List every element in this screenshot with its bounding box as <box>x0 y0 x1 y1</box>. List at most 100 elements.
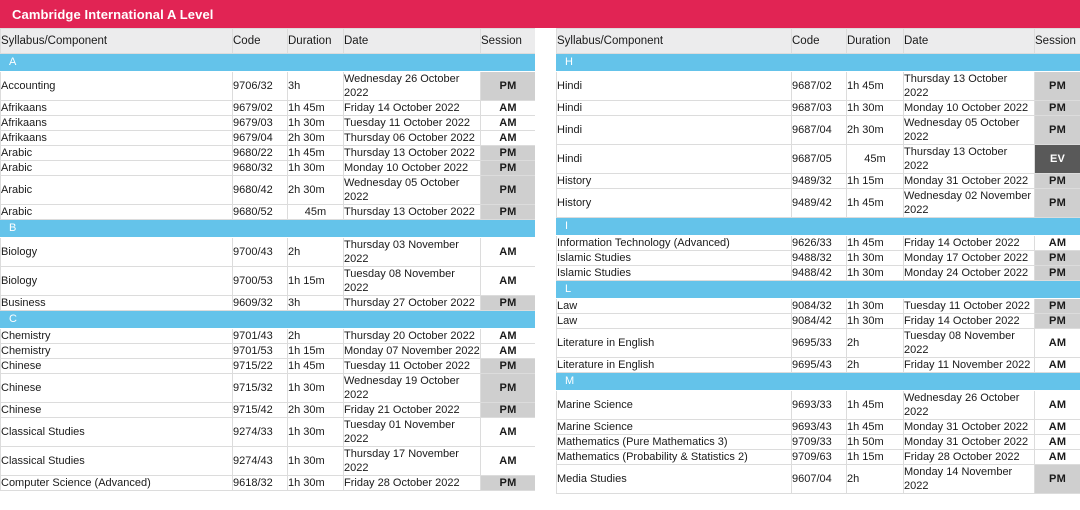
cell-session: EV <box>1034 144 1080 174</box>
cell-code: 9607/04 <box>791 464 847 494</box>
cell-session: AM <box>480 343 535 359</box>
cell-syllabus: Law <box>556 313 792 329</box>
cell-date: Thursday 17 November 2022 <box>343 446 481 476</box>
cell-syllabus: Classical Studies <box>0 417 233 447</box>
cell-syllabus: Law <box>556 298 792 314</box>
cell-session: PM <box>480 204 535 220</box>
section-letter: M <box>556 372 1080 391</box>
cell-date: Friday 11 November 2022 <box>903 357 1035 373</box>
cell-date: Monday 24 October 2022 <box>903 265 1035 281</box>
cell-session: PM <box>1034 313 1080 329</box>
cell-date: Monday 14 November 2022 <box>903 464 1035 494</box>
column-header-duration: Duration <box>287 28 344 54</box>
schedule-table-left: Syllabus/Component Code Duration Date Se… <box>0 28 535 491</box>
table-row: Islamic Studies 9488/32 1h 30m Monday 17 Oc… <box>556 250 1080 266</box>
cell-session: PM <box>1034 115 1080 145</box>
cell-duration: 3h <box>287 71 344 101</box>
table-row: Law 9084/42 1h 30m Friday 14 October 2022 PM <box>556 313 1080 329</box>
table-row: Hindi 9687/05 45m Thursday 13 October 2022 E… <box>556 144 1080 174</box>
cell-session: PM <box>480 71 535 101</box>
table-row: Mathematics (Probability & Statistics 2)… <box>556 449 1080 465</box>
cell-syllabus: History <box>556 173 792 189</box>
cell-syllabus: Arabic <box>0 204 233 220</box>
table-row: Arabic 9680/42 2h 30m Wednesday 05 October … <box>0 175 535 205</box>
table-row: Afrikaans 9679/03 1h 30m Tuesday 11 October… <box>0 115 535 131</box>
cell-session: PM <box>480 358 535 374</box>
table-row: Accounting 9706/32 3h Wednesday 26 October … <box>0 71 535 101</box>
cell-code: 9709/63 <box>791 449 847 465</box>
cell-code: 9693/33 <box>791 390 847 420</box>
cell-session: AM <box>1034 449 1080 465</box>
cell-date: Monday 07 November 2022 <box>343 343 481 359</box>
cell-date: Wednesday 19 October 2022 <box>343 373 481 403</box>
table-row: Mathematics (Pure Mathematics 3) 9709/33 1… <box>556 434 1080 450</box>
cell-session: AM <box>480 446 535 476</box>
table-row: Media Studies 9607/04 2h Monday 14 November… <box>556 464 1080 494</box>
column-header-duration: Duration <box>846 28 904 54</box>
cell-session: AM <box>1034 328 1080 358</box>
cell-code: 9680/32 <box>232 160 288 176</box>
cell-code: 9084/42 <box>791 313 847 329</box>
cell-session: PM <box>1034 100 1080 116</box>
cell-date: Thursday 06 October 2022 <box>343 130 481 146</box>
section-letter: A <box>0 53 535 72</box>
cell-duration: 2h <box>287 328 344 344</box>
table-row: Arabic 9680/52 45m Thursday 13 October 2022… <box>0 204 535 220</box>
cell-code: 9680/42 <box>232 175 288 205</box>
cell-date: Tuesday 11 October 2022 <box>343 358 481 374</box>
cell-date: Tuesday 01 November 2022 <box>343 417 481 447</box>
cell-date: Friday 28 October 2022 <box>343 475 481 491</box>
cell-date: Thursday 13 October 2022 <box>343 145 481 161</box>
cell-session: PM <box>480 295 535 311</box>
cell-date: Monday 31 October 2022 <box>903 434 1035 450</box>
cell-code: 9679/04 <box>232 130 288 146</box>
table-row: Classical Studies 9274/43 1h 30m Thursday 1… <box>0 446 535 476</box>
cell-date: Tuesday 11 October 2022 <box>903 298 1035 314</box>
cell-duration: 1h 45m <box>287 145 344 161</box>
cell-code: 9687/02 <box>791 71 847 101</box>
cell-syllabus: Hindi <box>556 71 792 101</box>
cell-session: AM <box>480 417 535 447</box>
cell-duration: 1h 45m <box>846 390 904 420</box>
cell-syllabus: Arabic <box>0 175 233 205</box>
cell-syllabus: Afrikaans <box>0 130 233 146</box>
cell-date: Monday 10 October 2022 <box>903 100 1035 116</box>
cell-code: 9489/42 <box>791 188 847 218</box>
cell-duration: 1h 30m <box>287 475 344 491</box>
cell-duration: 1h 30m <box>846 250 904 266</box>
cell-code: 9715/32 <box>232 373 288 403</box>
section-header-row: A <box>0 53 535 72</box>
cell-syllabus: Marine Science <box>556 419 792 435</box>
cell-syllabus: Business <box>0 295 233 311</box>
cell-code: 9701/43 <box>232 328 288 344</box>
cell-code: 9488/32 <box>791 250 847 266</box>
cell-date: Thursday 03 November 2022 <box>343 237 481 267</box>
cell-syllabus: Chinese <box>0 358 233 374</box>
table-row: Biology 9700/43 2h Thursday 03 November 202… <box>0 237 535 267</box>
cell-code: 9695/43 <box>791 357 847 373</box>
cell-session: AM <box>1034 235 1080 251</box>
cell-duration: 1h 45m <box>846 235 904 251</box>
column-header-session: Session <box>1034 28 1080 54</box>
timetable-column-left: Syllabus/Component Code Duration Date Se… <box>0 28 535 491</box>
cell-code: 9274/33 <box>232 417 288 447</box>
schedule-table-right: Syllabus/Component Code Duration Date Se… <box>556 28 1080 494</box>
cell-duration: 1h 15m <box>846 173 904 189</box>
cell-syllabus: Computer Science (Advanced) <box>0 475 233 491</box>
cell-code: 9687/05 <box>791 144 847 174</box>
cell-duration: 1h 30m <box>287 160 344 176</box>
cell-duration: 1h 30m <box>846 100 904 116</box>
table-row: History 9489/42 1h 45m Wednesday 02 Novembe… <box>556 188 1080 218</box>
cell-code: 9488/42 <box>791 265 847 281</box>
column-header-syllabus: Syllabus/Component <box>556 28 792 54</box>
cell-date: Thursday 13 October 2022 <box>343 204 481 220</box>
cell-code: 9700/53 <box>232 266 288 296</box>
cell-syllabus: Marine Science <box>556 390 792 420</box>
cell-syllabus: Hindi <box>556 100 792 116</box>
cell-syllabus: Chinese <box>0 373 233 403</box>
timetable-column-right: Syllabus/Component Code Duration Date Se… <box>556 28 1080 494</box>
cell-date: Monday 31 October 2022 <box>903 419 1035 435</box>
header-row: Syllabus/Component Code Duration Date Se… <box>556 28 1080 54</box>
cell-duration: 2h 30m <box>287 175 344 205</box>
cell-code: 9695/33 <box>791 328 847 358</box>
